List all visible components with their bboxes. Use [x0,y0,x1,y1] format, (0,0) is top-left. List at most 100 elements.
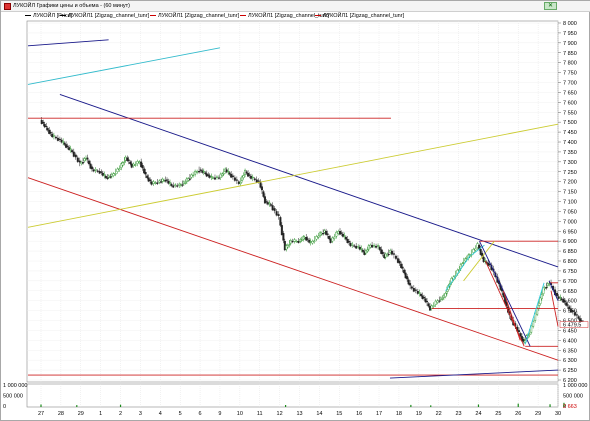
candle-body [215,176,218,178]
y-tick-label: 7 300 [563,160,577,166]
candle-body [160,181,163,183]
volume-last-label: 2 663 [563,404,577,410]
volume-bar [284,405,287,407]
candle-body [556,293,559,297]
volume-bar [76,405,78,407]
candle-body [306,238,309,240]
candle-body [51,133,54,138]
candle-body [132,163,135,166]
candle-body [121,162,124,166]
volume-bar [40,404,42,407]
x-tick-label: 11 [257,411,263,417]
candle-body [373,245,376,247]
y-tick-label: 7 600 [563,100,577,106]
candle-body [309,241,312,243]
x-tick-label: 12 [277,411,283,417]
candle-body [313,240,316,242]
chart-canvas[interactable]: 27 28 29 1 2 3 4 5 6 9 10 11 12 13 14 15 16 17 18 19 22 23 24 2… [1,1,590,421]
volume-tick-label-left: 500 000 [3,394,23,400]
candle-body [134,164,137,166]
candle-body [282,233,285,241]
candle-body [63,142,66,145]
candle-body [170,183,173,186]
candle-body [559,296,562,299]
x-tick-label: 13 [296,411,302,417]
candle-body [242,175,245,178]
candle-body [58,138,61,141]
candle-body [96,170,99,172]
candle-body [548,283,551,285]
y-tick-label: 6 950 [563,229,577,235]
x-tick-label: 2 [119,411,122,417]
candle-body [340,232,343,234]
chart-window: ЛУКОЙЛ Графики цены и объема - (60 минут… [0,0,590,421]
candle-body [86,157,89,160]
candle-body [398,260,401,264]
x-tick-label: 4 [159,411,162,417]
y-tick-label: 7 100 [563,200,577,206]
candle-body [378,246,381,250]
candle-body [62,141,65,143]
candle-body [110,173,113,177]
candle-body [104,176,107,178]
candle-body [406,276,409,280]
candle-body [109,176,112,178]
y-tick-label: 7 250 [563,170,577,176]
candle-body [250,176,253,179]
y-tick-label: 7 050 [563,209,577,215]
candle-body [194,170,197,175]
candle-body [230,174,233,178]
candle-body [228,172,231,175]
candle-body [295,240,298,243]
candle-body [271,205,274,211]
candle-body [291,240,294,243]
volume-bar [410,404,412,407]
candle-body [401,266,404,269]
candle-body [103,174,106,176]
x-tick-label: 16 [356,411,362,417]
candle-body [169,182,172,184]
candle-body [149,179,152,182]
candle-body [426,300,429,303]
candle-body [472,249,475,253]
candle-body [82,162,85,164]
x-tick-label: 26 [515,411,521,417]
volume-bar [517,403,519,407]
candle-body [568,306,571,309]
y-tick-label: 6 750 [563,269,577,275]
candle-body [351,243,354,246]
y-tick-label: 7 850 [563,51,577,57]
candle-body [116,168,119,172]
candle-body [136,161,139,165]
candle-body [528,333,531,336]
x-tick-label: 5 [179,411,182,417]
candle-body [279,217,282,226]
candle-body [112,173,115,176]
candle-body [333,236,336,239]
candle-body [322,233,325,235]
y-tick-label: 7 450 [563,130,577,136]
y-tick-label: 6 700 [563,279,577,285]
candle-body [94,168,97,171]
candle-body [262,191,265,197]
candle-body [198,171,201,173]
candle-body [331,237,334,242]
candle-body [46,127,49,131]
candle-body [78,160,81,163]
candle-body [260,186,263,191]
candle-body [420,294,423,296]
y-tick-label: 7 750 [563,71,577,77]
candle-body [172,185,175,188]
candle-body [540,294,543,299]
candle-body [315,236,318,240]
candle-body [394,255,397,259]
candle-body [255,179,258,183]
candle-body [575,314,578,316]
candle-body [349,242,352,247]
candle-body [202,170,205,173]
candle-body [300,239,303,241]
candle-body [387,253,390,256]
volume-bar [430,405,432,407]
candle-body [335,231,338,237]
candle-body [577,316,580,319]
